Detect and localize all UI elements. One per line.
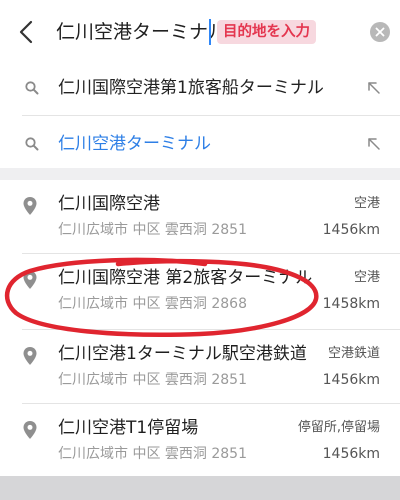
result-title: 仁川国際空港 (58, 194, 160, 214)
result-category: 空港 (353, 270, 380, 285)
section-separator (0, 168, 400, 180)
location-pin-icon (23, 197, 37, 215)
result-category: 停留所,停留場 (297, 420, 380, 435)
result-item[interactable]: 仁川空港T1停留場 仁川広域市 中区 雲西洞 2851 停留所,停留場 1456… (0, 404, 400, 476)
suggestion-item[interactable]: 仁川国際空港第1旅客船ターミナル (0, 60, 400, 116)
result-item[interactable]: 仁川空港1ターミナル駅空港鉄道 仁川広域市 中区 雲西洞 2851 空港鉄道 1… (0, 330, 400, 402)
result-item[interactable]: 仁川国際空港 仁川広域市 中区 雲西洞 2851 空港 1456km (0, 180, 400, 252)
back-button[interactable] (12, 16, 40, 48)
result-distance: 1456km (322, 446, 380, 462)
bottom-bar (0, 476, 400, 500)
result-title: 仁川空港T1停留場 (58, 418, 199, 438)
arrow-up-left-icon[interactable] (364, 78, 384, 98)
suggestion-item[interactable]: 仁川空港ターミナル (0, 116, 400, 172)
suggestion-label: 仁川国際空港第1旅客船ターミナル (58, 78, 324, 98)
search-bar: 仁川空港ターミナル 目的地を入力 (0, 0, 400, 64)
clear-icon (375, 27, 385, 37)
result-category: 空港鉄道 (327, 346, 380, 361)
result-item[interactable]: 仁川国際空港 第2旅客ターミナル 仁川広域市 中区 雲西洞 2868 空港 14… (0, 254, 400, 328)
search-icon (25, 81, 39, 95)
suggestion-label: 仁川空港ターミナル (58, 134, 211, 154)
chevron-left-icon (19, 20, 33, 44)
result-address: 仁川広域市 中区 雲西洞 2851 (58, 446, 247, 462)
result-address: 仁川広域市 中区 雲西洞 2851 (58, 372, 247, 388)
result-distance: 1456km (322, 222, 380, 238)
clear-button[interactable] (370, 22, 390, 42)
search-input[interactable]: 仁川空港ターミナル (56, 19, 227, 45)
location-pin-icon (23, 271, 37, 289)
arrow-up-left-icon[interactable] (364, 134, 384, 154)
location-pin-icon (23, 421, 37, 439)
search-icon (25, 137, 39, 151)
destination-hint-badge: 目的地を入力 (217, 20, 316, 44)
location-pin-icon (23, 347, 37, 365)
result-distance: 1458km (322, 296, 380, 312)
result-address: 仁川広域市 中区 雲西洞 2868 (58, 296, 247, 312)
result-distance: 1456km (322, 372, 380, 388)
result-title: 仁川空港1ターミナル駅空港鉄道 (58, 344, 307, 364)
text-caret (209, 19, 211, 45)
result-address: 仁川広域市 中区 雲西洞 2851 (58, 222, 247, 238)
result-title: 仁川国際空港 第2旅客ターミナル (58, 268, 313, 288)
result-category: 空港 (353, 196, 380, 211)
